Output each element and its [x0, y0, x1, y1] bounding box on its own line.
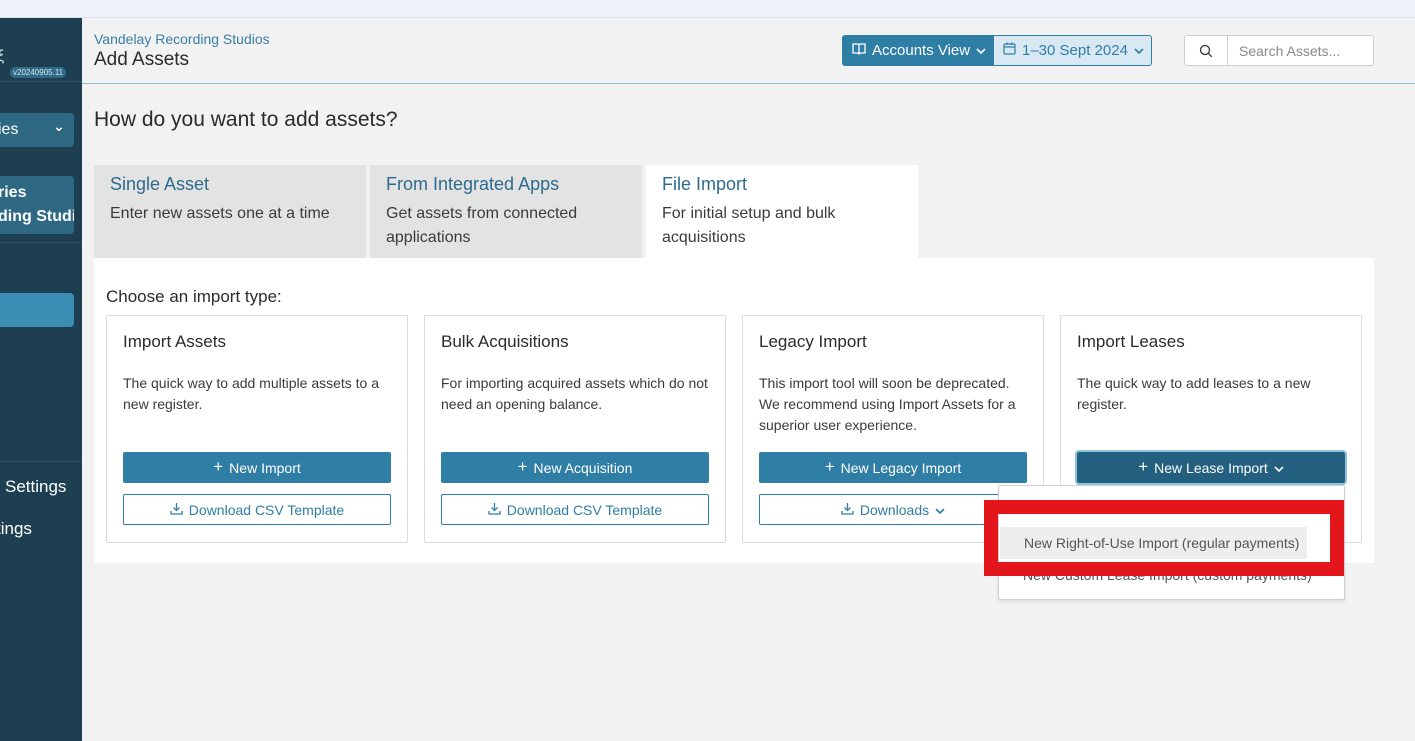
- tab-title: From Integrated Apps: [386, 174, 560, 194]
- chevron-down-icon: [935, 502, 945, 518]
- organisation-line-1: ries: [0, 184, 27, 201]
- version-badge: v20240905.11: [10, 67, 67, 78]
- new-import-button[interactable]: + New Import: [123, 452, 391, 483]
- download-icon: [488, 502, 501, 518]
- downloads-dropdown-button[interactable]: Downloads: [759, 494, 1027, 525]
- new-legacy-import-button[interactable]: + New Legacy Import: [759, 452, 1027, 483]
- organisation-switcher[interactable]: ries ding Studio: [0, 176, 74, 234]
- organisation-line-2: ding Studio: [0, 208, 74, 225]
- category-select[interactable]: ies ⌄: [0, 113, 74, 147]
- section-heading: How do you want to add assets?: [94, 108, 398, 131]
- new-lease-import-button[interactable]: + New Lease Import: [1075, 450, 1347, 485]
- chevron-down-icon: [1134, 42, 1144, 59]
- sidebar-header: ξ v20240905.11: [0, 18, 82, 82]
- card-title: Legacy Import: [759, 332, 867, 351]
- card-import-assets: Import Assets The quick way to add multi…: [106, 315, 408, 543]
- search-box: [1184, 35, 1374, 66]
- search-icon[interactable]: [1185, 36, 1228, 65]
- button-label: New Import: [229, 459, 301, 476]
- plus-icon: +: [824, 457, 835, 476]
- sidebar-divider: [0, 461, 82, 462]
- card-title: Import Leases: [1077, 332, 1185, 351]
- card-title: Bulk Acquisitions: [441, 332, 569, 351]
- card-description: The quick way to add leases to a new reg…: [1077, 375, 1311, 412]
- category-select-label: ies: [0, 121, 19, 138]
- date-range-label: 1–30 Sept 2024: [1022, 42, 1128, 59]
- card-bulk-acquisitions: Bulk Acquisitions For importing acquired…: [424, 315, 726, 543]
- chevron-down-icon: [1274, 460, 1284, 476]
- sidebar-divider: [0, 242, 82, 243]
- button-label: Download CSV Template: [506, 501, 663, 518]
- page-header: Vandelay Recording Studios Add Assets Ac…: [82, 18, 1415, 84]
- book-icon: [852, 42, 866, 59]
- tab-description: Get assets from connected applications: [386, 205, 578, 246]
- panel-title: Choose an import type:: [106, 287, 282, 306]
- tab-integrated-apps[interactable]: From Integrated Apps Get assets from con…: [370, 165, 642, 258]
- app-logo-icon: ξ: [0, 48, 5, 65]
- organisation-name-link[interactable]: Vandelay Recording Studios: [94, 31, 270, 47]
- search-input[interactable]: [1229, 36, 1373, 65]
- sidebar-item-settings[interactable]: Settings: [5, 477, 66, 497]
- chevron-down-icon: ⌄: [53, 118, 65, 134]
- new-acquisition-button[interactable]: + New Acquisition: [441, 452, 709, 483]
- card-description: This import tool will soon be deprecated…: [759, 375, 1016, 433]
- lease-import-menu: New Right-of-Use Import (regular payment…: [998, 485, 1345, 600]
- plus-icon: +: [1138, 457, 1149, 476]
- tab-file-import[interactable]: File Import For initial setup and bulk a…: [646, 165, 918, 258]
- calendar-icon: [1003, 42, 1016, 59]
- card-description: The quick way to add multiple assets to …: [123, 375, 380, 412]
- card-title: Import Assets: [123, 332, 226, 351]
- menu-item-custom-lease-import[interactable]: New Custom Lease Import (custom payments…: [999, 559, 1344, 591]
- plus-icon: +: [517, 457, 528, 476]
- tab-description: Enter new assets one at a time: [110, 205, 330, 222]
- button-label: Download CSV Template: [188, 501, 345, 518]
- download-csv-template-button[interactable]: Download CSV Template: [123, 494, 391, 525]
- page-title: Add Assets: [94, 49, 190, 70]
- tab-description: For initial setup and bulk acquisitions: [662, 205, 836, 246]
- accounts-view-label: Accounts View: [872, 42, 971, 59]
- chevron-down-icon: [976, 42, 986, 59]
- plus-icon: +: [213, 457, 224, 476]
- sidebar-item-active[interactable]: [0, 293, 74, 327]
- browser-address-strip: [0, 0, 1415, 18]
- sidebar: ξ v20240905.11 ies ⌄ ries ding Studio Se…: [0, 18, 82, 741]
- button-label: Downloads: [859, 501, 930, 518]
- accounts-view-button[interactable]: Accounts View: [842, 35, 994, 66]
- download-icon: [170, 502, 183, 518]
- date-range-button[interactable]: 1–30 Sept 2024: [993, 35, 1152, 66]
- button-label: New Legacy Import: [840, 459, 962, 476]
- download-icon: [841, 502, 854, 518]
- card-description: For importing acquired assets which do n…: [441, 375, 708, 412]
- menu-item-right-of-use-import[interactable]: New Right-of-Use Import (regular payment…: [1000, 527, 1307, 559]
- tab-title: Single Asset: [110, 174, 210, 194]
- button-label: New Lease Import: [1154, 459, 1268, 476]
- button-label: New Acquisition: [533, 459, 633, 476]
- tab-title: File Import: [662, 174, 748, 194]
- download-csv-template-button[interactable]: Download CSV Template: [441, 494, 709, 525]
- tab-single-asset[interactable]: Single Asset Enter new assets one at a t…: [94, 165, 366, 258]
- sidebar-item-settings-secondary[interactable]: tings: [0, 519, 32, 539]
